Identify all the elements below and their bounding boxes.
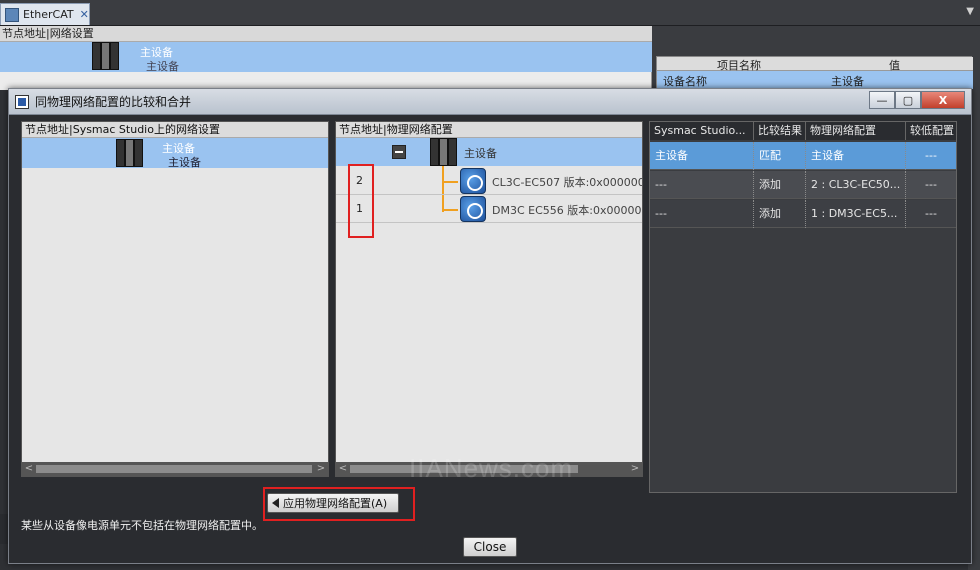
dialog-app-icon (15, 94, 29, 109)
scroll-thumb[interactable] (36, 465, 312, 473)
dialog-title: 同物理网络配置的比较和合并 (35, 95, 192, 109)
master-row-selected[interactable] (0, 42, 652, 72)
cell-studio: --- (650, 200, 754, 228)
cell-result: 匹配 (754, 142, 806, 170)
cell-lower: --- (925, 178, 937, 191)
network-settings-panel: 节点地址|网络设置 主设备 主设备 (0, 26, 652, 90)
ethercat-icon (5, 7, 19, 22)
tab-ethercat[interactable]: EtherCAT ✕ (0, 3, 90, 25)
master-device-icon (92, 42, 120, 70)
slave-row[interactable]: 2 CL3C-EC507 版本:0x000000 (336, 167, 642, 195)
master-sublabel: 主设备 (146, 60, 179, 73)
scroll-right-icon[interactable]: > (628, 462, 642, 476)
physical-network-header: 节点地址|物理网络配置 (336, 122, 642, 138)
close-window-button[interactable]: X (921, 91, 965, 109)
studio-master-row[interactable]: 主设备 主设备 (22, 138, 328, 169)
col-header-result[interactable]: 比较结果 (754, 122, 806, 140)
cell-physical: 主设备 (806, 142, 906, 170)
cell-lower: --- (925, 149, 937, 162)
slave-name: DM3C EC556 版本:0x00000 (492, 204, 642, 217)
col-header-lower[interactable]: 较低配置 (906, 122, 956, 140)
table-row[interactable]: --- 添加 2 : CL3C-EC50... --- (650, 171, 956, 199)
minimize-button[interactable]: — (869, 91, 895, 109)
address-highlight-box (348, 164, 374, 238)
scroll-right-icon[interactable]: > (314, 462, 328, 476)
prop-row-value: 主设备 (831, 75, 864, 88)
properties-table: 项目名称 值 设备名称 主设备 (656, 56, 973, 90)
maximize-button[interactable]: ▢ (895, 91, 921, 109)
properties-row[interactable]: 设备名称 主设备 (657, 71, 973, 89)
window-controls: — ▢ X (869, 91, 965, 109)
apply-button-label: 应用物理网络配置(A) (283, 497, 388, 510)
note-text: 某些从设备像电源单元不包括在物理网络配置中。 (21, 519, 263, 532)
servo-drive-icon (460, 196, 486, 222)
studio-network-header: 节点地址|Sysmac Studio上的网络设置 (22, 122, 328, 138)
table-row[interactable]: --- 添加 1 : DM3C-EC5... --- (650, 200, 956, 228)
studio-network-pane: 节点地址|Sysmac Studio上的网络设置 主设备 主设备 < > (21, 121, 329, 477)
chevron-down-icon[interactable]: ▼ (966, 6, 974, 17)
arrow-left-icon (272, 498, 279, 508)
comparison-table: Sysmac Studio... 比较结果 物理网络配置 较低配置 主设备 匹配… (649, 121, 957, 493)
slave-name: CL3C-EC507 版本:0x000000 (492, 176, 643, 189)
physical-master-row[interactable]: 主设备 (336, 138, 642, 166)
properties-header: 项目名称 值 (657, 57, 973, 72)
tab-close-icon[interactable]: ✕ (80, 8, 89, 21)
cell-physical: 2 : CL3C-EC50... (806, 171, 906, 199)
cell-result: 添加 (754, 171, 806, 199)
table-row[interactable]: 主设备 匹配 主设备 --- (650, 142, 956, 170)
dialog-titlebar[interactable]: 同物理网络配置的比较和合并 — ▢ X (9, 89, 971, 115)
cell-physical: 1 : DM3C-EC5... (806, 200, 906, 228)
servo-drive-icon (460, 168, 486, 194)
master-device-icon (116, 139, 144, 167)
physical-master-name: 主设备 (464, 147, 497, 160)
master-device-icon (430, 138, 458, 166)
apply-physical-config-button[interactable]: 应用物理网络配置(A) (267, 493, 399, 513)
compare-merge-dialog: 同物理网络配置的比较和合并 — ▢ X 节点地址|Sysmac Studio上的… (8, 88, 972, 564)
comparison-header: Sysmac Studio... 比较结果 物理网络配置 较低配置 (650, 122, 956, 140)
col-header-studio[interactable]: Sysmac Studio... (650, 122, 754, 140)
cell-studio: --- (650, 171, 754, 199)
studio-master-sub: 主设备 (168, 156, 201, 169)
slave-row[interactable]: 1 DM3C EC556 版本:0x00000 (336, 195, 642, 223)
prop-row-name: 设备名称 (663, 75, 707, 88)
network-settings-header: 节点地址|网络设置 (0, 26, 652, 42)
scroll-left-icon[interactable]: < (22, 462, 36, 476)
close-button[interactable]: Close (463, 537, 517, 557)
editor-tab-bar: EtherCAT ✕ ▼ (0, 0, 980, 26)
collapse-icon[interactable] (392, 145, 406, 159)
scroll-left-icon[interactable]: < (336, 462, 350, 476)
left-horizontal-scrollbar[interactable]: < > (22, 462, 328, 476)
tab-ethercat-label: EtherCAT (23, 8, 74, 21)
cell-result: 添加 (754, 200, 806, 228)
cell-lower: --- (925, 207, 937, 220)
cell-studio: 主设备 (650, 142, 754, 170)
physical-network-pane: 节点地址|物理网络配置 主设备 2 CL3C-EC507 版本:0x000000… (335, 121, 643, 477)
col-header-physical[interactable]: 物理网络配置 (806, 122, 906, 140)
watermark-text: IIANews.com (409, 453, 574, 483)
